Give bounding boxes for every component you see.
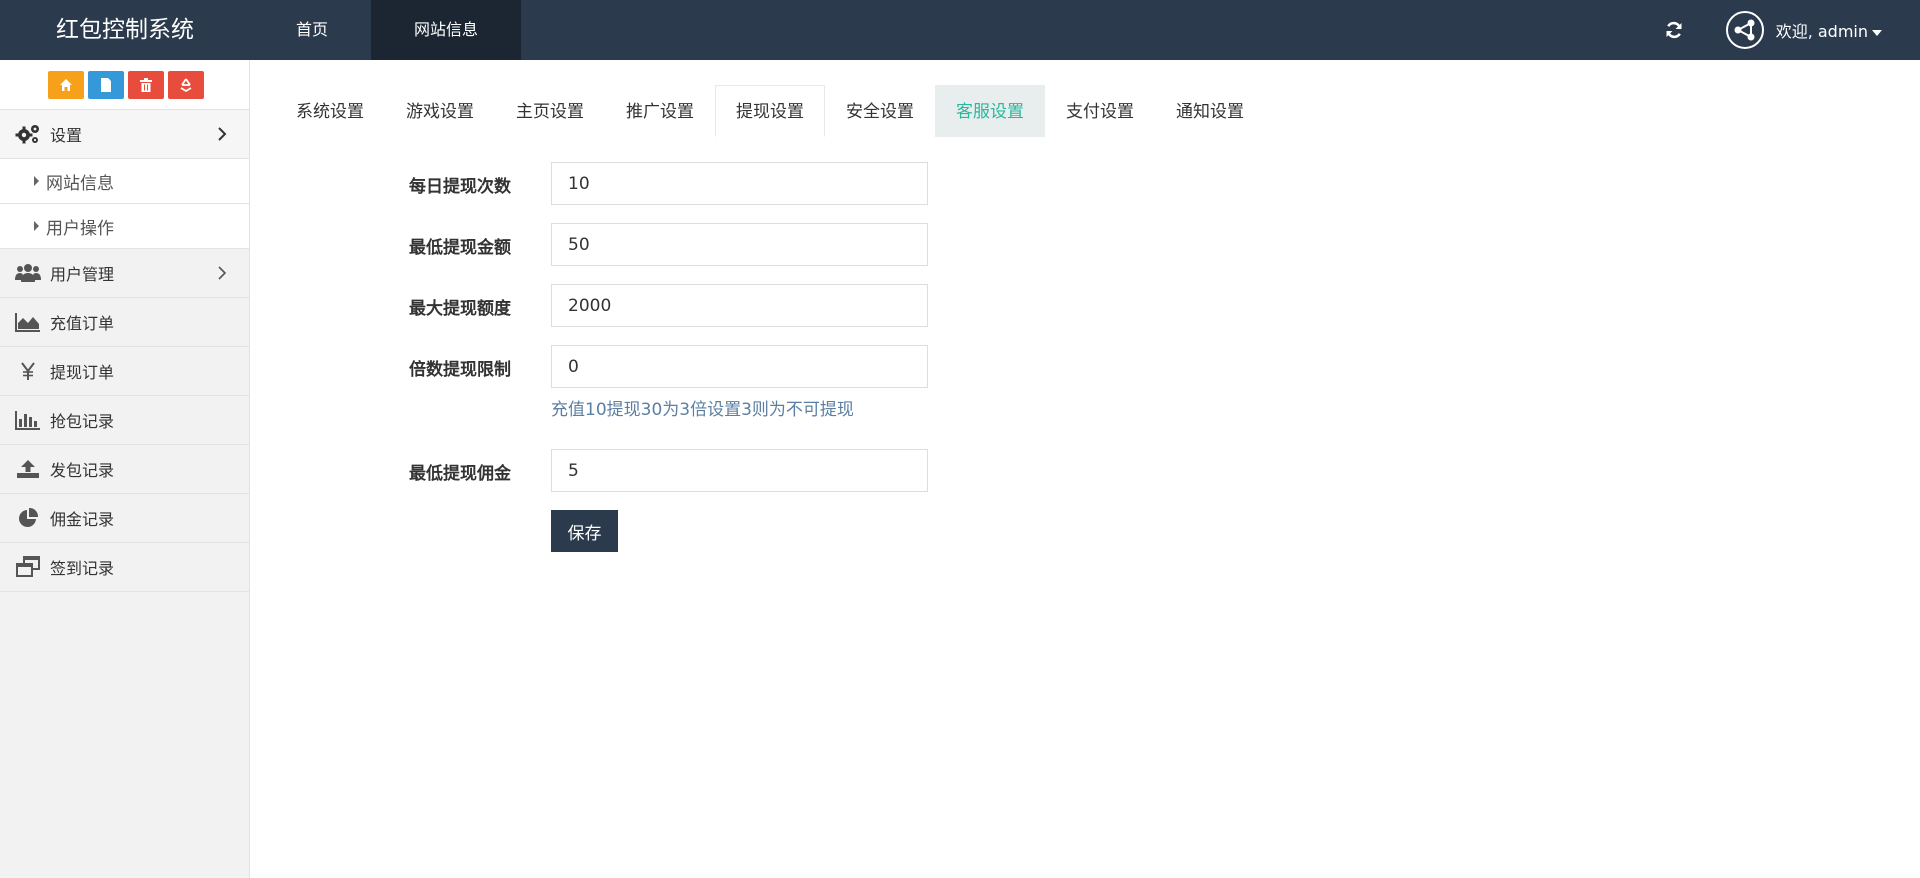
sidebar-item-settings[interactable]: 设置 (0, 110, 249, 159)
topnav-site-info[interactable]: 网站信息 (371, 0, 522, 60)
max-amount-input[interactable] (551, 284, 928, 327)
tab-withdraw[interactable]: 提现设置 (715, 85, 825, 137)
sidebar-subitem-user-ops[interactable]: 用户操作 (0, 204, 249, 249)
save-button[interactable]: 保存 (551, 510, 618, 552)
sidebar-item-label: 设置 (50, 126, 83, 145)
home-icon (60, 78, 72, 91)
file-icon (101, 77, 111, 92)
max-amount-label: 最大提现额度 (409, 299, 511, 319)
sidebar-item-recharge-orders[interactable]: 充值订单 (0, 298, 249, 347)
share-icon (1734, 19, 1755, 41)
caret-right-icon (34, 221, 39, 231)
brand-title: 红包控制系统 (56, 17, 194, 43)
sidebar-subitem-site-info[interactable]: 网站信息 (0, 159, 249, 204)
min-amount-label: 最低提现金额 (409, 238, 511, 258)
sidebar-item-checkin-records[interactable]: 签到记录 (0, 543, 249, 592)
sidebar-item-label: 用户管理 (50, 265, 115, 284)
daily-count-label: 每日提现次数 (409, 177, 511, 197)
tab-system[interactable]: 系统设置 (275, 85, 385, 137)
yen-icon (14, 360, 42, 382)
gears-icon (14, 123, 42, 145)
upload-icon (14, 458, 42, 480)
welcome-text: 欢迎, admin (1775, 22, 1868, 41)
min-commission-label: 最低提现佣金 (409, 464, 511, 484)
sidebar-item-label: 提现订单 (50, 363, 115, 382)
sidebar: 设置 网站信息 用户操作 用户管理 充值订单 提现订单 抢包记录 发包记录 佣金… (0, 60, 250, 878)
sidebar-item-label: 发包记录 (50, 461, 115, 480)
sidebar-item-label: 充值订单 (50, 314, 115, 333)
multiple-limit-input[interactable] (551, 345, 928, 388)
topnav-home[interactable]: 首页 (253, 0, 371, 60)
sidebar-item-grab-records[interactable]: 抢包记录 (0, 396, 249, 445)
header-actions: 欢迎, admin (1662, 0, 1920, 60)
tab-customer-service[interactable]: 客服设置 (935, 85, 1045, 137)
top-header: 红包控制系统 首页 网站信息 欢迎, admin (0, 0, 1920, 60)
min-amount-input[interactable] (551, 223, 928, 266)
multiple-limit-hint: 充值10提现30为3倍设置3则为不可提现 (551, 400, 854, 420)
daily-count-input[interactable] (551, 162, 928, 205)
sidebar-subitem-label: 用户操作 (46, 218, 114, 239)
tab-promotion[interactable]: 推广设置 (605, 85, 715, 137)
top-nav: 首页 网站信息 (253, 0, 522, 60)
sidebar-item-commission-records[interactable]: 佣金记录 (0, 494, 249, 543)
pie-chart-icon (14, 507, 42, 529)
tab-security[interactable]: 安全设置 (825, 85, 935, 137)
windows-icon (14, 556, 42, 578)
chevron-right-icon (218, 266, 227, 280)
tab-payment[interactable]: 支付设置 (1045, 85, 1155, 137)
home-shortcut-button[interactable] (48, 70, 84, 99)
sidebar-item-label: 抢包记录 (50, 412, 115, 431)
multiple-limit-label: 倍数提现限制 (409, 360, 511, 380)
min-commission-input[interactable] (551, 449, 928, 492)
recycle-shortcut-button[interactable] (168, 70, 204, 99)
sidebar-subitem-label: 网站信息 (46, 173, 114, 194)
sidebar-item-label: 佣金记录 (50, 510, 115, 529)
file-shortcut-button[interactable] (88, 70, 124, 99)
sidebar-item-label: 签到记录 (50, 559, 115, 578)
caret-right-icon (34, 176, 39, 186)
avatar[interactable] (1725, 11, 1764, 49)
bar-chart-icon (14, 409, 42, 431)
caret-down-icon (1872, 29, 1882, 36)
sidebar-item-withdraw-orders[interactable]: 提现订单 (0, 347, 249, 396)
trash-shortcut-button[interactable] (128, 70, 164, 99)
tab-game[interactable]: 游戏设置 (385, 85, 495, 137)
chevron-right-icon (218, 127, 227, 141)
recycle-icon (180, 78, 192, 92)
tab-notification[interactable]: 通知设置 (1155, 85, 1265, 137)
users-icon (14, 262, 42, 284)
user-menu[interactable]: 欢迎, admin (1776, 18, 1882, 42)
main-content: 系统设置 游戏设置 主页设置 推广设置 提现设置 安全设置 客服设置 支付设置 … (251, 60, 1920, 878)
sidebar-item-send-records[interactable]: 发包记录 (0, 445, 249, 494)
sidebar-item-users[interactable]: 用户管理 (0, 249, 249, 298)
settings-tabs: 系统设置 游戏设置 主页设置 推广设置 提现设置 安全设置 客服设置 支付设置 … (275, 85, 1265, 137)
refresh-icon[interactable] (1662, 18, 1686, 42)
tab-homepage[interactable]: 主页设置 (495, 85, 605, 137)
area-chart-icon (14, 311, 42, 333)
shortcut-bar (0, 60, 249, 110)
trash-icon (140, 77, 152, 92)
